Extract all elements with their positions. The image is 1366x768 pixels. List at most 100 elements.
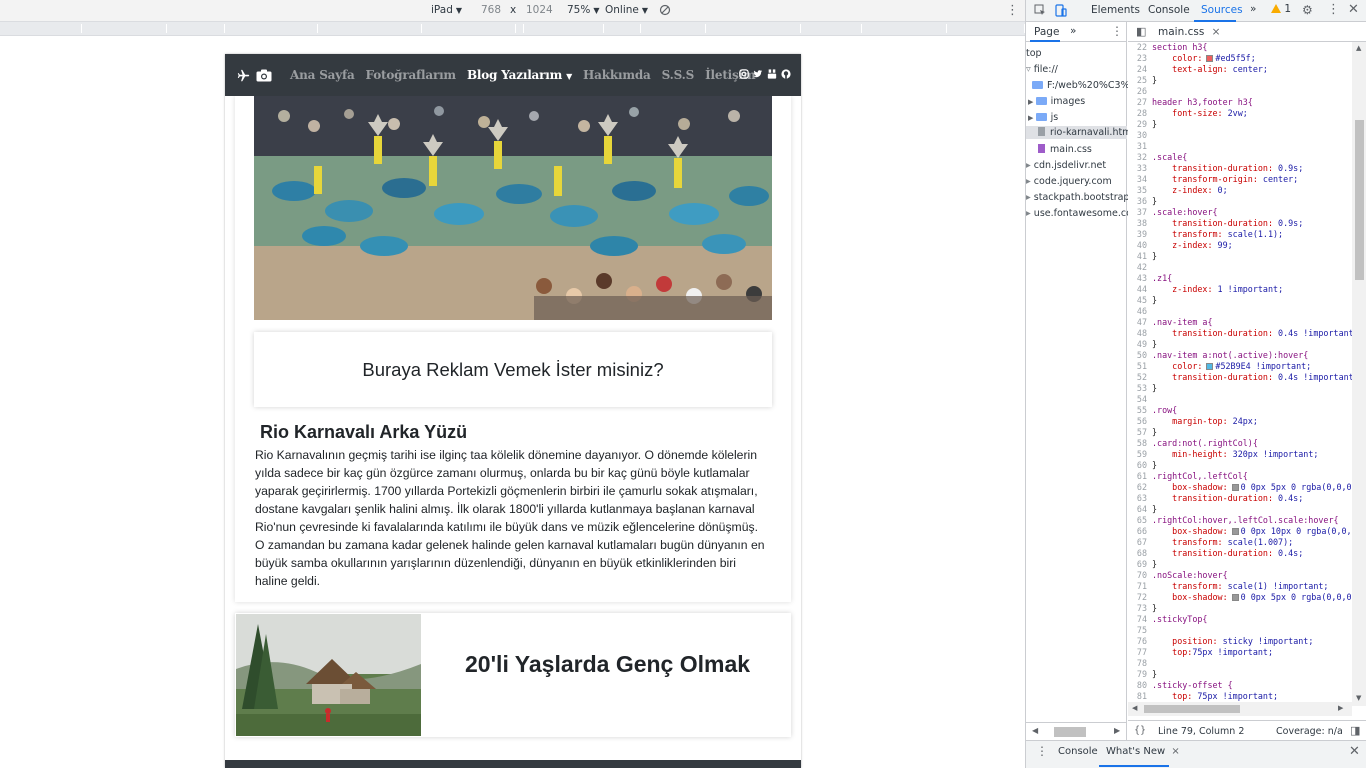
scroll-down-icon[interactable]: ▼	[1356, 694, 1361, 702]
device-toggle-icon[interactable]	[1055, 4, 1067, 20]
zoom-select[interactable]: 75% ▼	[567, 4, 600, 16]
code-line[interactable]: 50 .nav-item a:not(.active):hover{	[1128, 350, 1352, 361]
nav-link-faq[interactable]: S.S.S	[662, 68, 695, 82]
line-number[interactable]: 40	[1128, 240, 1152, 251]
warnings-badge[interactable]: 1	[1271, 3, 1291, 15]
line-number[interactable]: 55	[1128, 405, 1152, 416]
tree-item-jsdelivr[interactable]: ▸ cdn.jsdelivr.net	[1026, 160, 1106, 171]
line-number[interactable]: 29	[1128, 119, 1152, 130]
more-tabs-button[interactable]: »	[1250, 3, 1256, 15]
line-number[interactable]: 59	[1128, 449, 1152, 460]
line-number[interactable]: 37	[1128, 207, 1152, 218]
line-number[interactable]: 68	[1128, 548, 1152, 559]
code-line[interactable]: 25}	[1128, 75, 1352, 86]
code-line[interactable]: 45}	[1128, 295, 1352, 306]
line-number[interactable]: 54	[1128, 394, 1152, 405]
github-icon[interactable]	[781, 69, 791, 79]
line-number[interactable]: 23	[1128, 53, 1152, 64]
code-line[interactable]: 22 section h3{	[1128, 42, 1352, 53]
editor-tab-main-css[interactable]: main.css ×	[1158, 26, 1220, 38]
color-swatch[interactable]	[1231, 528, 1239, 535]
nav-link-photos[interactable]: Fotoğraflarım	[366, 68, 457, 82]
code-line[interactable]: 77 top:75px !important;	[1128, 647, 1352, 658]
scroll-left-icon[interactable]: ◀	[1132, 704, 1137, 712]
line-number[interactable]: 42	[1128, 262, 1152, 273]
tab-elements[interactable]: Elements	[1091, 4, 1140, 16]
code-line[interactable]: 41}	[1128, 251, 1352, 262]
line-number[interactable]: 32	[1128, 152, 1152, 163]
ad-banner[interactable]: Buraya Reklam Vemek İster misiniz?	[254, 332, 772, 407]
code-line[interactable]: 24 text-align: center;	[1128, 64, 1352, 75]
line-number[interactable]: 51	[1128, 361, 1152, 372]
code-line[interactable]: 44 z-index: 1 !important;	[1128, 284, 1352, 295]
line-number[interactable]: 47	[1128, 317, 1152, 328]
more-vert-icon[interactable]: ⋮	[1036, 744, 1048, 758]
tree-item-top[interactable]: top	[1026, 48, 1042, 59]
line-number[interactable]: 28	[1128, 108, 1152, 119]
nav-link-blog[interactable]: Blog Yazılarım ▼	[467, 68, 572, 82]
tree-item-root-folder[interactable]: F:/web%20%C3%B6	[1032, 80, 1142, 91]
line-number[interactable]: 81	[1128, 691, 1152, 702]
code-line[interactable]: 58 .card:not(.rightCol){	[1128, 438, 1352, 449]
editor-vscrollbar[interactable]: ▲ ▼	[1352, 42, 1366, 706]
code-line[interactable]: 26	[1128, 86, 1352, 97]
editor-vscroll-thumb[interactable]	[1355, 120, 1364, 280]
scroll-left-icon[interactable]: ◀	[1032, 726, 1038, 735]
scroll-right-icon[interactable]: ▶	[1114, 726, 1120, 735]
close-drawer-icon[interactable]: ✕	[1349, 744, 1360, 759]
code-line[interactable]: 29}	[1128, 119, 1352, 130]
line-number[interactable]: 26	[1128, 86, 1152, 97]
line-number[interactable]: 43	[1128, 273, 1152, 284]
code-line[interactable]: 74 .stickyTop{	[1128, 614, 1352, 625]
code-line[interactable]: 70 .noScale:hover{	[1128, 570, 1352, 581]
navigator-more-button[interactable]: »	[1070, 25, 1076, 37]
drawer-tab-whats-new[interactable]: What's New ×	[1106, 746, 1180, 757]
twitter-icon[interactable]	[753, 69, 763, 79]
line-number[interactable]: 45	[1128, 295, 1152, 306]
code-line[interactable]: 27 header h3,footer h3{	[1128, 97, 1352, 108]
line-number[interactable]: 35	[1128, 185, 1152, 196]
line-number[interactable]: 36	[1128, 196, 1152, 207]
code-line[interactable]: 56 margin-top: 24px;	[1128, 416, 1352, 427]
code-line[interactable]: 49}	[1128, 339, 1352, 350]
code-line[interactable]: 35 z-index: 0;	[1128, 185, 1352, 196]
editor-hscroll-thumb[interactable]	[1144, 705, 1240, 713]
line-number[interactable]: 58	[1128, 438, 1152, 449]
tree-item-jquery[interactable]: ▸ code.jquery.com	[1026, 176, 1112, 187]
code-line[interactable]: 61 .rightCol,.leftCol{	[1128, 471, 1352, 482]
tree-item-rio-html[interactable]: rio-karnavali.html	[1026, 126, 1134, 139]
nav-link-about[interactable]: Hakkımda	[583, 68, 651, 82]
tree-item-js[interactable]: ▶ js	[1028, 112, 1058, 123]
code-line[interactable]: 68 transition-duration: 0.4s;	[1128, 548, 1352, 559]
line-number[interactable]: 30	[1128, 130, 1152, 141]
code-line[interactable]: 42	[1128, 262, 1352, 273]
line-number[interactable]: 69	[1128, 559, 1152, 570]
youtube-icon[interactable]	[767, 69, 777, 79]
code-line[interactable]: 23 color: #ed5f5f;	[1128, 53, 1352, 64]
code-line[interactable]: 72 box-shadow:0 0px 5px 0 rgba(0,0,0,0.2…	[1128, 592, 1352, 603]
code-line[interactable]: 60}	[1128, 460, 1352, 471]
line-number[interactable]: 56	[1128, 416, 1152, 427]
line-number[interactable]: 34	[1128, 174, 1152, 185]
scroll-right-icon[interactable]: ▶	[1338, 704, 1343, 712]
line-number[interactable]: 50	[1128, 350, 1152, 361]
line-number[interactable]: 57	[1128, 427, 1152, 438]
code-line[interactable]: 31	[1128, 141, 1352, 152]
code-line[interactable]: 38 transition-duration: 0.9s;	[1128, 218, 1352, 229]
height-input[interactable]: 1024	[526, 4, 553, 16]
close-icon[interactable]: ✕	[1348, 2, 1359, 17]
code-line[interactable]: 33 transition-duration: 0.9s;	[1128, 163, 1352, 174]
line-number[interactable]: 71	[1128, 581, 1152, 592]
code-line[interactable]: 54	[1128, 394, 1352, 405]
code-line[interactable]: 76 position: sticky !important;	[1128, 636, 1352, 647]
line-number[interactable]: 39	[1128, 229, 1152, 240]
code-line[interactable]: 39 transform: scale(1.1);	[1128, 229, 1352, 240]
tree-item-fontawesome[interactable]: ▸ use.fontawesome.com	[1026, 208, 1141, 219]
code-line[interactable]: 75	[1128, 625, 1352, 636]
line-number[interactable]: 25	[1128, 75, 1152, 86]
blog-card-second[interactable]: 20'li Yaşlarda Genç Olmak	[235, 613, 791, 737]
line-number[interactable]: 67	[1128, 537, 1152, 548]
tree-item-images[interactable]: ▶ images	[1028, 96, 1085, 107]
line-number[interactable]: 44	[1128, 284, 1152, 295]
code-line[interactable]: 59 min-height: 320px !important;	[1128, 449, 1352, 460]
